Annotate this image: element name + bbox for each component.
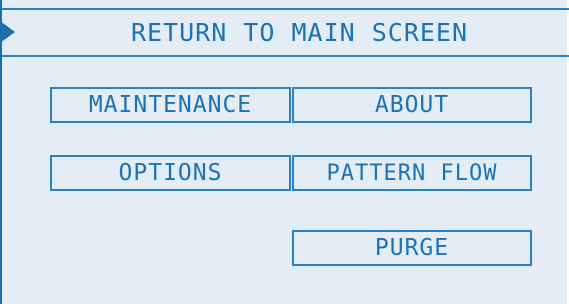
purge-button[interactable]: PURGE [292, 230, 532, 266]
options-button[interactable]: OPTIONS [50, 155, 291, 191]
return-to-main-label: RETURN TO MAIN SCREEN [130, 18, 469, 47]
pattern-flow-button[interactable]: PATTERN FLOW [292, 155, 532, 191]
play-arrow-icon [0, 21, 15, 43]
return-to-main-button[interactable]: RETURN TO MAIN SCREEN [0, 8, 569, 57]
about-button[interactable]: ABOUT [292, 87, 532, 123]
menu-screen: RETURN TO MAIN SCREEN MAINTENANCE ABOUT … [0, 0, 569, 304]
maintenance-button[interactable]: MAINTENANCE [50, 87, 291, 123]
